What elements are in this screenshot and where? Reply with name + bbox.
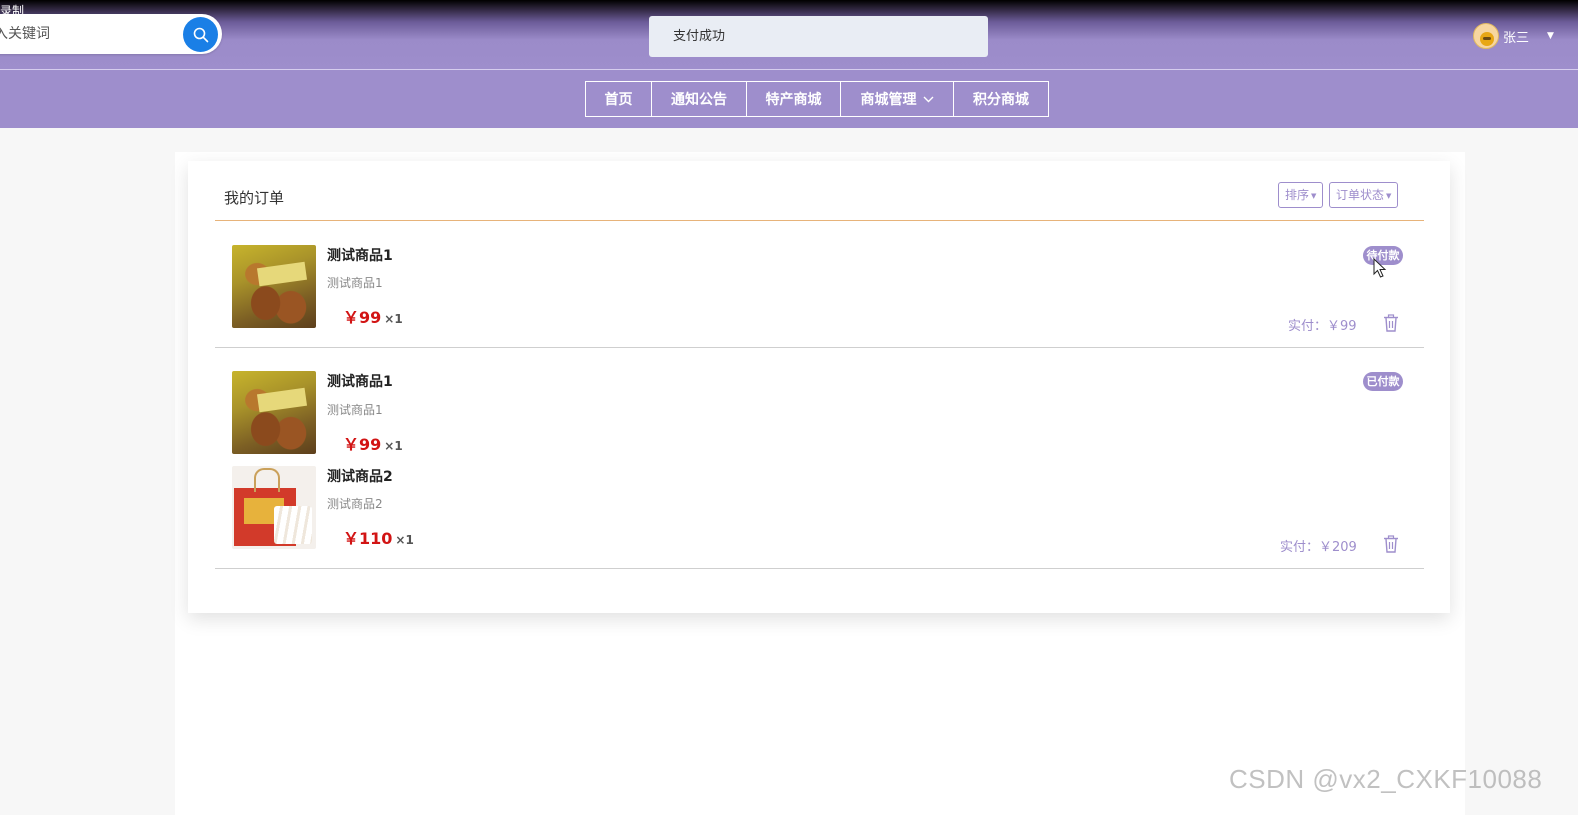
price-value: ￥110 — [343, 529, 393, 548]
status-filter-dropdown[interactable]: 订单状态 ▼ — [1329, 182, 1399, 208]
nav-item-notices[interactable]: 通知公告 — [651, 81, 747, 117]
status-filter-label: 订单状态 — [1336, 188, 1385, 202]
nav-item-mall-management[interactable]: 商城管理 — [840, 81, 954, 117]
product-image[interactable] — [232, 371, 316, 454]
product-image-label — [256, 387, 308, 413]
product-subtitle: 测试商品2 — [327, 497, 383, 511]
nav-item-home[interactable]: 首页 — [585, 81, 652, 117]
search-box — [0, 14, 222, 54]
product-price: ￥110 ×1 — [343, 525, 414, 549]
page-title: 我的订单 — [224, 189, 285, 207]
nav-item-label: 通知公告 — [671, 92, 727, 108]
nav-item-label: 特产商城 — [765, 92, 822, 108]
nav-item-label: 商城管理 — [860, 92, 917, 108]
product-price: ￥99 ×1 — [343, 304, 403, 328]
caret-down-icon: ▼ — [1386, 191, 1392, 200]
order-divider — [215, 347, 1424, 348]
caret-down-icon: ▼ — [1311, 191, 1317, 200]
product-image[interactable] — [232, 245, 316, 328]
main-nav: 首页 通知公告 特产商城 商城管理 积分商城 — [585, 81, 1049, 117]
order-divider — [215, 568, 1424, 569]
nav-item-specialty-mall[interactable]: 特产商城 — [746, 81, 841, 117]
chevron-down-icon — [923, 96, 933, 102]
nav-item-label: 首页 — [604, 92, 633, 108]
top-header: 录制 支付成功 张三 ▼ — [0, 0, 1578, 70]
paid-amount: 实付：￥99 — [1288, 315, 1357, 334]
nav-item-label: 积分商城 — [973, 92, 1029, 108]
avatar — [1473, 23, 1499, 49]
title-divider — [215, 220, 1424, 221]
sort-dropdown[interactable]: 排序 ▼ — [1278, 182, 1324, 208]
product-price: ￥99 ×1 — [343, 431, 403, 455]
search-input[interactable] — [0, 26, 170, 42]
price-value: ￥99 — [343, 308, 382, 327]
caret-down-icon: ▼ — [1547, 31, 1554, 41]
product-image-label — [256, 261, 308, 287]
user-name: 张三 — [1503, 30, 1530, 46]
product-subtitle: 测试商品1 — [327, 403, 383, 417]
paid-label: 实付： — [1288, 319, 1328, 334]
price-value: ￥99 — [343, 435, 382, 454]
product-name[interactable]: 测试商品2 — [327, 466, 393, 486]
product-subtitle: 测试商品1 — [327, 276, 383, 290]
orders-card: 我的订单 排序 ▼ 订单状态 ▼ 测试商品1 测试商品1 ￥99 ×1 待付款 实付：… — [188, 161, 1450, 613]
product-name[interactable]: 测试商品1 — [327, 245, 393, 265]
search-button[interactable] — [183, 17, 218, 52]
paid-amount: 实付：￥209 — [1280, 536, 1357, 555]
product-image-detail — [274, 506, 312, 544]
status-badge: 已付款 — [1363, 372, 1403, 391]
mouse-cursor-icon — [1373, 258, 1387, 278]
user-menu[interactable]: 张三 ▼ — [1473, 22, 1554, 50]
nav-bar: 首页 通知公告 特产商城 商城管理 积分商城 — [0, 70, 1578, 128]
paid-value: ￥209 — [1319, 540, 1357, 555]
quantity: ×1 — [395, 533, 414, 547]
product-name[interactable]: 测试商品1 — [327, 371, 393, 391]
sort-label: 排序 — [1285, 188, 1310, 202]
quantity: ×1 — [384, 439, 403, 453]
toast-message: 支付成功 — [649, 16, 988, 57]
nav-item-points-mall[interactable]: 积分商城 — [953, 81, 1049, 117]
search-icon — [193, 27, 208, 42]
paid-value: ￥99 — [1327, 319, 1357, 334]
paid-label: 实付： — [1280, 540, 1320, 555]
product-image[interactable] — [232, 466, 316, 549]
trash-icon[interactable] — [1383, 314, 1399, 332]
quantity: ×1 — [384, 312, 403, 326]
trash-icon[interactable] — [1383, 535, 1399, 553]
watermark: CSDN @vx2_CXKF10088 — [1229, 764, 1543, 794]
